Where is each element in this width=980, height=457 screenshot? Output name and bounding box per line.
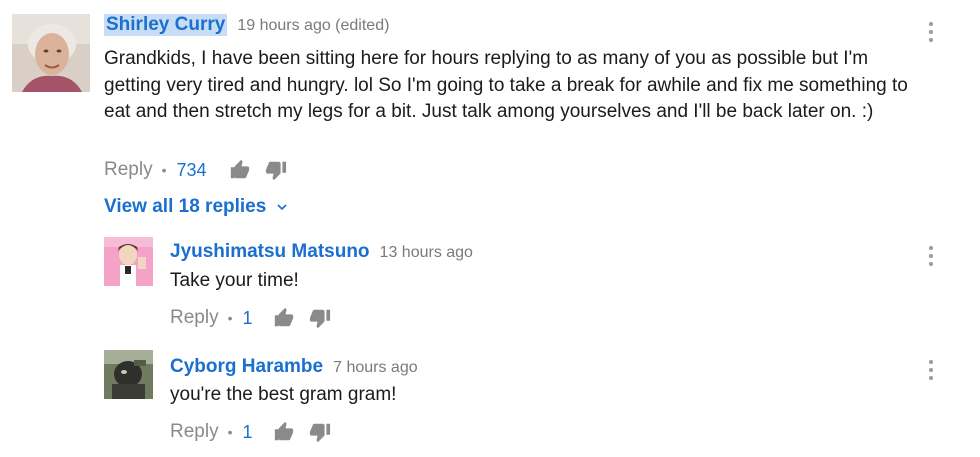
reply-item: Jyushimatsu Matsuno 13 hours ago Take yo… bbox=[0, 230, 980, 340]
thumbs-up-icon[interactable] bbox=[229, 159, 251, 181]
thumbs-up-icon[interactable] bbox=[273, 307, 295, 329]
author-name[interactable]: Cyborg Harambe bbox=[170, 356, 323, 378]
separator-dot: • bbox=[227, 424, 233, 440]
reply-header: Cyborg Harambe 7 hours ago bbox=[170, 356, 418, 378]
author-name[interactable]: Shirley Curry bbox=[104, 14, 228, 36]
avatar[interactable] bbox=[12, 14, 90, 92]
avatar[interactable] bbox=[104, 350, 153, 399]
avatar-image bbox=[104, 237, 153, 286]
reply-header: Jyushimatsu Matsuno 13 hours ago bbox=[170, 241, 473, 263]
reply-text: Take your time! bbox=[170, 270, 299, 291]
reply-button[interactable]: Reply bbox=[170, 421, 219, 443]
chevron-down-icon bbox=[277, 204, 287, 211]
view-replies-label: View all 18 replies bbox=[104, 196, 267, 217]
timestamp[interactable]: 7 hours ago bbox=[333, 359, 418, 377]
comment-text: Grandkids, I have been sitting here for … bbox=[104, 48, 908, 122]
like-count: 734 bbox=[176, 159, 207, 180]
reply-item: Cyborg Harambe 7 hours ago you're the be… bbox=[0, 344, 980, 454]
comment-actions: Reply • 734 bbox=[104, 159, 287, 181]
author-name[interactable]: Jyushimatsu Matsuno bbox=[170, 241, 370, 263]
reply-button[interactable]: Reply bbox=[104, 159, 153, 181]
view-replies-toggle[interactable]: View all 18 replies bbox=[104, 196, 288, 218]
thumbs-up-icon[interactable] bbox=[273, 421, 295, 443]
avatar-image bbox=[12, 14, 90, 92]
reply-text: you're the best gram gram! bbox=[170, 384, 397, 405]
thumbs-down-icon[interactable] bbox=[309, 307, 331, 329]
reply-button[interactable]: Reply bbox=[170, 307, 219, 329]
comment-thread: Shirley Curry 19 hours ago (edited) Gran… bbox=[0, 0, 980, 190]
thumbs-down-icon[interactable] bbox=[265, 159, 287, 181]
comment-header: Shirley Curry 19 hours ago (edited) bbox=[104, 14, 389, 36]
separator-dot: • bbox=[161, 162, 167, 178]
thumbs-down-icon[interactable] bbox=[309, 421, 331, 443]
separator-dot: • bbox=[227, 310, 233, 326]
like-count: 1 bbox=[242, 421, 253, 442]
timestamp[interactable]: 19 hours ago (edited) bbox=[237, 17, 389, 35]
reply-actions: Reply • 1 bbox=[170, 421, 331, 443]
avatar[interactable] bbox=[104, 237, 153, 286]
more-vertical-icon[interactable] bbox=[927, 358, 935, 382]
like-count: 1 bbox=[242, 307, 253, 328]
more-vertical-icon[interactable] bbox=[927, 20, 935, 44]
more-vertical-icon[interactable] bbox=[927, 244, 935, 268]
avatar-image bbox=[104, 350, 153, 399]
timestamp[interactable]: 13 hours ago bbox=[380, 244, 473, 262]
reply-actions: Reply • 1 bbox=[170, 307, 331, 329]
